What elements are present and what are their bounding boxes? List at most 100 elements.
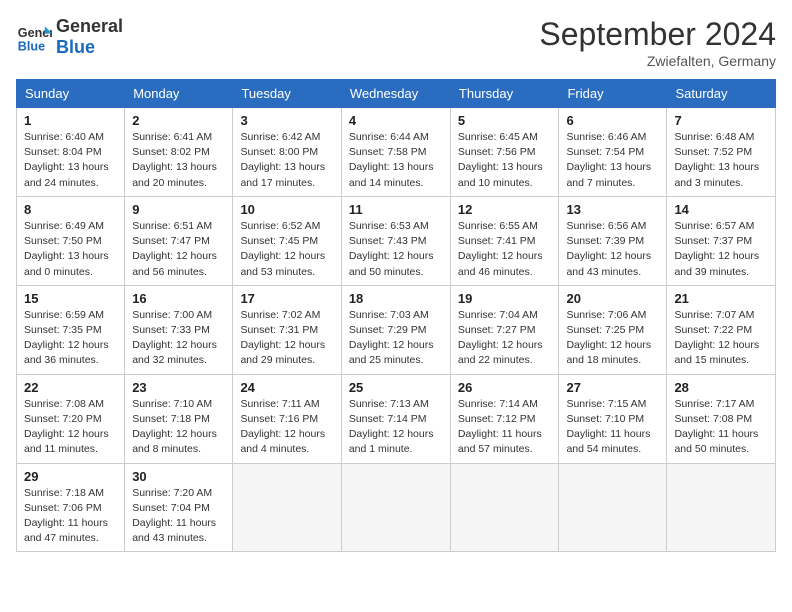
weekday-header-monday: Monday — [125, 80, 233, 108]
day-number: 24 — [240, 380, 333, 395]
calendar-cell: 5 Sunrise: 6:45 AM Sunset: 7:56 PM Dayli… — [450, 108, 559, 197]
logo: General Blue General Blue — [16, 16, 123, 57]
calendar-cell: 8 Sunrise: 6:49 AM Sunset: 7:50 PM Dayli… — [17, 196, 125, 285]
calendar-cell: 15 Sunrise: 6:59 AM Sunset: 7:35 PM Dayl… — [17, 285, 125, 374]
day-number: 2 — [132, 113, 225, 128]
calendar-cell — [559, 463, 667, 552]
calendar-cell: 21 Sunrise: 7:07 AM Sunset: 7:22 PM Dayl… — [667, 285, 776, 374]
logo-icon: General Blue — [16, 19, 52, 55]
day-info: Sunrise: 6:49 AM Sunset: 7:50 PM Dayligh… — [24, 219, 117, 280]
day-info: Sunrise: 6:40 AM Sunset: 8:04 PM Dayligh… — [24, 130, 117, 191]
day-info: Sunrise: 7:15 AM Sunset: 7:10 PM Dayligh… — [566, 397, 659, 458]
day-info: Sunrise: 7:06 AM Sunset: 7:25 PM Dayligh… — [566, 308, 659, 369]
title-block: September 2024 Zwiefalten, Germany — [539, 16, 776, 69]
calendar-cell — [341, 463, 450, 552]
day-number: 22 — [24, 380, 117, 395]
day-number: 19 — [458, 291, 552, 306]
calendar-cell: 20 Sunrise: 7:06 AM Sunset: 7:25 PM Dayl… — [559, 285, 667, 374]
day-number: 11 — [349, 202, 443, 217]
day-info: Sunrise: 7:04 AM Sunset: 7:27 PM Dayligh… — [458, 308, 552, 369]
day-number: 10 — [240, 202, 333, 217]
calendar-cell: 4 Sunrise: 6:44 AM Sunset: 7:58 PM Dayli… — [341, 108, 450, 197]
calendar-cell: 24 Sunrise: 7:11 AM Sunset: 7:16 PM Dayl… — [233, 374, 341, 463]
weekday-header-sunday: Sunday — [17, 80, 125, 108]
calendar-week-row: 22 Sunrise: 7:08 AM Sunset: 7:20 PM Dayl… — [17, 374, 776, 463]
day-number: 23 — [132, 380, 225, 395]
day-info: Sunrise: 6:44 AM Sunset: 7:58 PM Dayligh… — [349, 130, 443, 191]
day-info: Sunrise: 6:55 AM Sunset: 7:41 PM Dayligh… — [458, 219, 552, 280]
weekday-header-wednesday: Wednesday — [341, 80, 450, 108]
day-number: 16 — [132, 291, 225, 306]
day-info: Sunrise: 7:18 AM Sunset: 7:06 PM Dayligh… — [24, 486, 117, 547]
weekday-header-thursday: Thursday — [450, 80, 559, 108]
day-info: Sunrise: 6:46 AM Sunset: 7:54 PM Dayligh… — [566, 130, 659, 191]
day-number: 6 — [566, 113, 659, 128]
day-number: 25 — [349, 380, 443, 395]
day-info: Sunrise: 6:56 AM Sunset: 7:39 PM Dayligh… — [566, 219, 659, 280]
day-info: Sunrise: 7:02 AM Sunset: 7:31 PM Dayligh… — [240, 308, 333, 369]
calendar-cell: 17 Sunrise: 7:02 AM Sunset: 7:31 PM Dayl… — [233, 285, 341, 374]
day-info: Sunrise: 6:42 AM Sunset: 8:00 PM Dayligh… — [240, 130, 333, 191]
calendar-cell: 9 Sunrise: 6:51 AM Sunset: 7:47 PM Dayli… — [125, 196, 233, 285]
day-info: Sunrise: 6:41 AM Sunset: 8:02 PM Dayligh… — [132, 130, 225, 191]
logo-text-general: General — [56, 16, 123, 37]
day-number: 5 — [458, 113, 552, 128]
day-number: 27 — [566, 380, 659, 395]
calendar-week-row: 8 Sunrise: 6:49 AM Sunset: 7:50 PM Dayli… — [17, 196, 776, 285]
calendar-cell: 30 Sunrise: 7:20 AM Sunset: 7:04 PM Dayl… — [125, 463, 233, 552]
day-info: Sunrise: 7:20 AM Sunset: 7:04 PM Dayligh… — [132, 486, 225, 547]
day-number: 8 — [24, 202, 117, 217]
day-number: 12 — [458, 202, 552, 217]
calendar-cell: 18 Sunrise: 7:03 AM Sunset: 7:29 PM Dayl… — [341, 285, 450, 374]
day-number: 29 — [24, 469, 117, 484]
calendar-table: SundayMondayTuesdayWednesdayThursdayFrid… — [16, 79, 776, 552]
calendar-cell: 3 Sunrise: 6:42 AM Sunset: 8:00 PM Dayli… — [233, 108, 341, 197]
calendar-cell: 12 Sunrise: 6:55 AM Sunset: 7:41 PM Dayl… — [450, 196, 559, 285]
day-info: Sunrise: 7:14 AM Sunset: 7:12 PM Dayligh… — [458, 397, 552, 458]
calendar-cell: 26 Sunrise: 7:14 AM Sunset: 7:12 PM Dayl… — [450, 374, 559, 463]
day-info: Sunrise: 7:07 AM Sunset: 7:22 PM Dayligh… — [674, 308, 768, 369]
day-info: Sunrise: 6:48 AM Sunset: 7:52 PM Dayligh… — [674, 130, 768, 191]
calendar-week-row: 1 Sunrise: 6:40 AM Sunset: 8:04 PM Dayli… — [17, 108, 776, 197]
day-info: Sunrise: 7:03 AM Sunset: 7:29 PM Dayligh… — [349, 308, 443, 369]
calendar-cell: 10 Sunrise: 6:52 AM Sunset: 7:45 PM Dayl… — [233, 196, 341, 285]
day-number: 17 — [240, 291, 333, 306]
weekday-header-saturday: Saturday — [667, 80, 776, 108]
day-info: Sunrise: 6:51 AM Sunset: 7:47 PM Dayligh… — [132, 219, 225, 280]
calendar-cell: 6 Sunrise: 6:46 AM Sunset: 7:54 PM Dayli… — [559, 108, 667, 197]
day-number: 4 — [349, 113, 443, 128]
day-info: Sunrise: 7:00 AM Sunset: 7:33 PM Dayligh… — [132, 308, 225, 369]
day-number: 18 — [349, 291, 443, 306]
day-info: Sunrise: 6:45 AM Sunset: 7:56 PM Dayligh… — [458, 130, 552, 191]
day-number: 1 — [24, 113, 117, 128]
day-number: 13 — [566, 202, 659, 217]
calendar-cell: 25 Sunrise: 7:13 AM Sunset: 7:14 PM Dayl… — [341, 374, 450, 463]
calendar-cell: 14 Sunrise: 6:57 AM Sunset: 7:37 PM Dayl… — [667, 196, 776, 285]
location-subtitle: Zwiefalten, Germany — [539, 53, 776, 69]
calendar-cell: 7 Sunrise: 6:48 AM Sunset: 7:52 PM Dayli… — [667, 108, 776, 197]
page-header: General Blue General Blue September 2024… — [16, 16, 776, 69]
calendar-cell: 29 Sunrise: 7:18 AM Sunset: 7:06 PM Dayl… — [17, 463, 125, 552]
calendar-cell: 22 Sunrise: 7:08 AM Sunset: 7:20 PM Dayl… — [17, 374, 125, 463]
day-number: 20 — [566, 291, 659, 306]
calendar-week-row: 29 Sunrise: 7:18 AM Sunset: 7:06 PM Dayl… — [17, 463, 776, 552]
day-info: Sunrise: 6:59 AM Sunset: 7:35 PM Dayligh… — [24, 308, 117, 369]
day-number: 30 — [132, 469, 225, 484]
calendar-week-row: 15 Sunrise: 6:59 AM Sunset: 7:35 PM Dayl… — [17, 285, 776, 374]
day-number: 28 — [674, 380, 768, 395]
day-number: 15 — [24, 291, 117, 306]
weekday-header-friday: Friday — [559, 80, 667, 108]
calendar-cell: 16 Sunrise: 7:00 AM Sunset: 7:33 PM Dayl… — [125, 285, 233, 374]
day-info: Sunrise: 6:57 AM Sunset: 7:37 PM Dayligh… — [674, 219, 768, 280]
day-number: 7 — [674, 113, 768, 128]
calendar-cell — [233, 463, 341, 552]
day-info: Sunrise: 7:11 AM Sunset: 7:16 PM Dayligh… — [240, 397, 333, 458]
calendar-cell: 13 Sunrise: 6:56 AM Sunset: 7:39 PM Dayl… — [559, 196, 667, 285]
calendar-cell: 11 Sunrise: 6:53 AM Sunset: 7:43 PM Dayl… — [341, 196, 450, 285]
calendar-cell: 23 Sunrise: 7:10 AM Sunset: 7:18 PM Dayl… — [125, 374, 233, 463]
day-info: Sunrise: 6:52 AM Sunset: 7:45 PM Dayligh… — [240, 219, 333, 280]
day-info: Sunrise: 7:08 AM Sunset: 7:20 PM Dayligh… — [24, 397, 117, 458]
day-number: 21 — [674, 291, 768, 306]
calendar-cell: 27 Sunrise: 7:15 AM Sunset: 7:10 PM Dayl… — [559, 374, 667, 463]
day-info: Sunrise: 6:53 AM Sunset: 7:43 PM Dayligh… — [349, 219, 443, 280]
